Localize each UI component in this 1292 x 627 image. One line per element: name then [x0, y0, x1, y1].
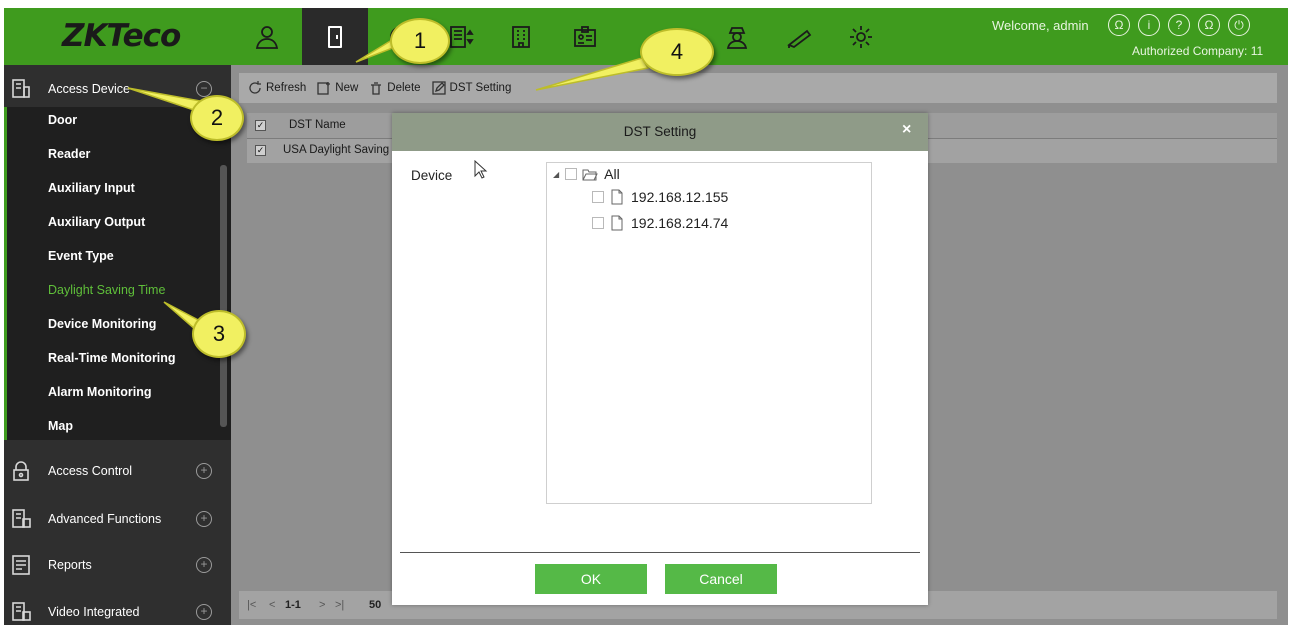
sidebar-item-auxiliary-input[interactable]: Auxiliary Input [48, 181, 135, 195]
authorized-company: Authorized Company: 11 [1132, 44, 1264, 58]
parking-icon[interactable] [780, 18, 818, 56]
dst-name-cell: USA Daylight Saving [283, 144, 390, 156]
sidebar-group-access-control[interactable]: Access Control + [4, 448, 231, 494]
sidebar-item-door[interactable]: Door [48, 113, 77, 127]
access-device-icon [12, 79, 30, 98]
sidebar-item-alarm-monitoring[interactable]: Alarm Monitoring [48, 385, 151, 399]
expand-triangle-icon[interactable]: ◢ [553, 170, 559, 179]
toolbar: Refresh New Delete DST Setting [239, 73, 1277, 103]
sidebar-item-event-type[interactable]: Event Type [48, 249, 114, 263]
callout-2: 2 [190, 95, 244, 141]
tree-checkbox-device[interactable] [592, 217, 604, 229]
refresh-icon [249, 81, 261, 94]
sidebar-item-map[interactable]: Map [48, 419, 73, 433]
sidebar-group-label: Advanced Functions [48, 512, 162, 526]
door-icon[interactable] [302, 8, 368, 65]
expand-icon[interactable]: + [196, 604, 212, 620]
tree-node-all[interactable]: ◢ All [553, 166, 620, 182]
delete-icon [371, 82, 382, 95]
delete-button[interactable]: Delete [368, 80, 421, 96]
account-icon[interactable]: Ω [1198, 14, 1220, 36]
tree-node-device[interactable]: 192.168.12.155 [592, 189, 728, 205]
sidebar-group-label: Video Integrated [48, 605, 140, 619]
active-group-accent [4, 107, 7, 440]
sidebar-group-advanced-functions[interactable]: Advanced Functions + [4, 496, 231, 542]
info-icon[interactable]: i [1138, 14, 1160, 36]
visitor-icon[interactable] [718, 18, 756, 56]
sidebar-item-auxiliary-output[interactable]: Auxiliary Output [48, 215, 145, 229]
callout-3: 3 [192, 310, 246, 358]
person-icon[interactable] [248, 18, 286, 56]
sidebar-group-reports[interactable]: Reports + [4, 542, 231, 588]
tree-checkbox-all[interactable] [565, 168, 578, 180]
settings-icon[interactable] [842, 18, 880, 56]
dialog-divider [400, 552, 920, 553]
select-all-checkbox[interactable]: ✓ [255, 120, 266, 131]
column-header-dst-name[interactable]: DST Name [289, 119, 346, 131]
tree-node-device[interactable]: 192.168.214.74 [592, 215, 728, 231]
ok-button[interactable]: OK [535, 564, 647, 594]
access-device-submenu: Door Reader Auxiliary Input Auxiliary Ou… [4, 107, 231, 440]
sidebar-group-label: Reports [48, 558, 92, 572]
user-icon[interactable]: Ω [1108, 14, 1130, 36]
callout-1: 1 [390, 18, 450, 64]
refresh-button[interactable]: Refresh [247, 80, 306, 96]
dialog-title-bar[interactable]: DST Setting × [392, 113, 928, 151]
sidebar-item-reader[interactable]: Reader [48, 147, 90, 161]
tree-label-device: 192.168.12.155 [631, 189, 729, 205]
dst-setting-label: DST Setting [449, 82, 512, 94]
new-label: New [335, 82, 359, 94]
expand-icon[interactable]: + [196, 511, 212, 527]
tree-label-all: All [604, 166, 620, 182]
cancel-button[interactable]: Cancel [665, 564, 777, 594]
row-checkbox[interactable]: ✓ [255, 145, 266, 156]
dst-setting-dialog: DST Setting × Device ◢ All 192.168.12.15… [392, 113, 928, 605]
expand-icon[interactable]: + [196, 463, 212, 479]
sidebar-item-device-monitoring[interactable]: Device Monitoring [48, 317, 156, 331]
edit-icon [431, 81, 446, 95]
badge-icon[interactable] [566, 18, 604, 56]
callout-4: 4 [640, 28, 714, 76]
sidebar-group-video-integrated[interactable]: Video Integrated + [4, 589, 231, 625]
page-range: 1-1 [285, 599, 301, 611]
building-icon[interactable] [502, 18, 540, 56]
rows-per-page[interactable]: 50 [369, 599, 381, 611]
device-tree: ◢ All 192.168.12.155 192.168.214.74 [546, 162, 872, 504]
new-icon [317, 82, 331, 95]
lock-icon [13, 461, 29, 481]
collapse-icon[interactable]: − [196, 81, 212, 97]
sidebar-item-real-time-monitoring[interactable]: Real-Time Monitoring [48, 351, 176, 365]
reports-icon [12, 555, 30, 575]
first-page-icon[interactable]: |< [247, 599, 256, 611]
welcome-text: Welcome, admin [992, 18, 1089, 33]
folder-open-icon [582, 169, 598, 181]
mouse-cursor-icon [474, 160, 488, 179]
zkteco-logo: ZKTeco [62, 18, 181, 54]
close-icon[interactable]: × [902, 121, 911, 139]
new-button[interactable]: New [316, 80, 358, 96]
file-icon [611, 215, 623, 231]
last-page-icon[interactable]: >| [335, 599, 344, 611]
dst-setting-button[interactable]: DST Setting [431, 80, 512, 96]
prev-page-icon[interactable]: < [269, 599, 275, 611]
next-page-icon[interactable]: > [319, 599, 325, 611]
help-icon[interactable]: ? [1168, 14, 1190, 36]
sidebar-group-label: Access Device [48, 82, 130, 96]
advanced-functions-icon [12, 509, 31, 528]
power-icon[interactable]: ⏻ [1228, 14, 1250, 36]
refresh-label: Refresh [266, 82, 307, 94]
dialog-title: DST Setting [623, 124, 697, 139]
device-label: Device [411, 168, 453, 183]
sidebar-item-daylight-saving-time[interactable]: Daylight Saving Time [48, 283, 165, 297]
video-icon [12, 602, 31, 621]
sidebar-scrollbar[interactable] [220, 165, 227, 427]
expand-icon[interactable]: + [196, 557, 212, 573]
tree-checkbox-device[interactable] [592, 191, 604, 203]
delete-label: Delete [387, 82, 421, 94]
tree-label-device: 192.168.214.74 [631, 215, 729, 231]
file-icon [611, 189, 623, 205]
sidebar-group-label: Access Control [48, 464, 133, 478]
